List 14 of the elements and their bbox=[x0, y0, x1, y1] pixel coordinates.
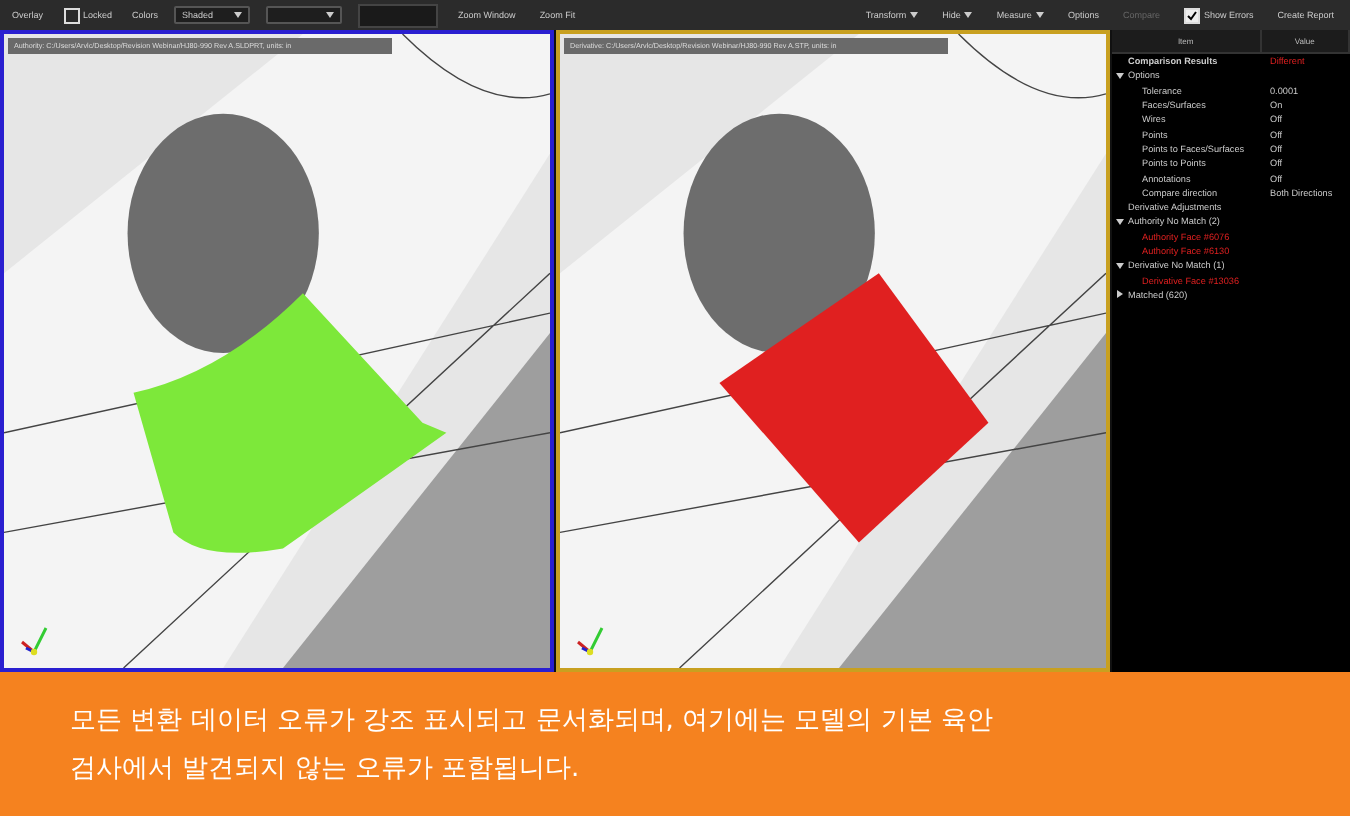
caret-down-icon bbox=[1035, 12, 1044, 18]
caret-down-icon bbox=[234, 12, 243, 18]
checkbox-square[interactable] bbox=[1183, 7, 1200, 23]
caret-down-icon bbox=[326, 12, 335, 18]
collapse-caret-icon[interactable] bbox=[1116, 261, 1124, 270]
caret-down-icon bbox=[964, 12, 973, 18]
caption-text: 모든 변환 데이터 오류가 강조 표시되고 문서화되며, 여기에는 모델의 기본 육안 bbox=[70, 704, 995, 738]
collapse-caret-icon[interactable] bbox=[1116, 71, 1124, 80]
axis-triad-icon bbox=[576, 624, 608, 660]
caption-text: 검사에서 발견되지 않는 오류가 포함됩니다. bbox=[70, 752, 582, 786]
expand-caret-icon[interactable] bbox=[1116, 290, 1124, 299]
collapse-caret-icon[interactable] bbox=[1116, 217, 1124, 226]
axis-triad-icon bbox=[20, 624, 52, 660]
caret-down-icon bbox=[910, 12, 919, 18]
